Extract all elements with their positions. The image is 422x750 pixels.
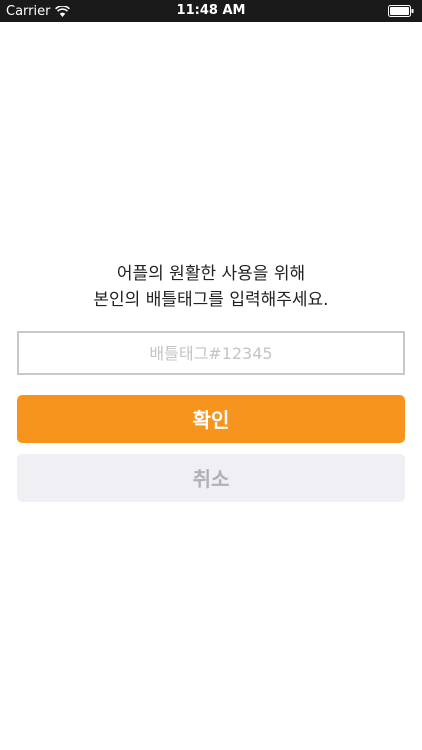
confirm-button[interactable]: 확인 xyxy=(17,395,405,443)
battletag-prompt: 어플의 원활한 사용을 위해 본인의 배틀태그를 입력해주세요. xyxy=(0,261,422,313)
battery-icon xyxy=(388,5,414,17)
prompt-line-2: 본인의 배틀태그를 입력해주세요. xyxy=(93,290,329,310)
battletag-input[interactable] xyxy=(17,331,405,375)
prompt-line-1: 어플의 원활한 사용을 위해 xyxy=(116,264,306,284)
cancel-button[interactable]: 취소 xyxy=(17,454,405,502)
status-time: 11:48 AM xyxy=(176,3,246,18)
status-bar: Carrier 11:48 AM xyxy=(0,0,422,22)
